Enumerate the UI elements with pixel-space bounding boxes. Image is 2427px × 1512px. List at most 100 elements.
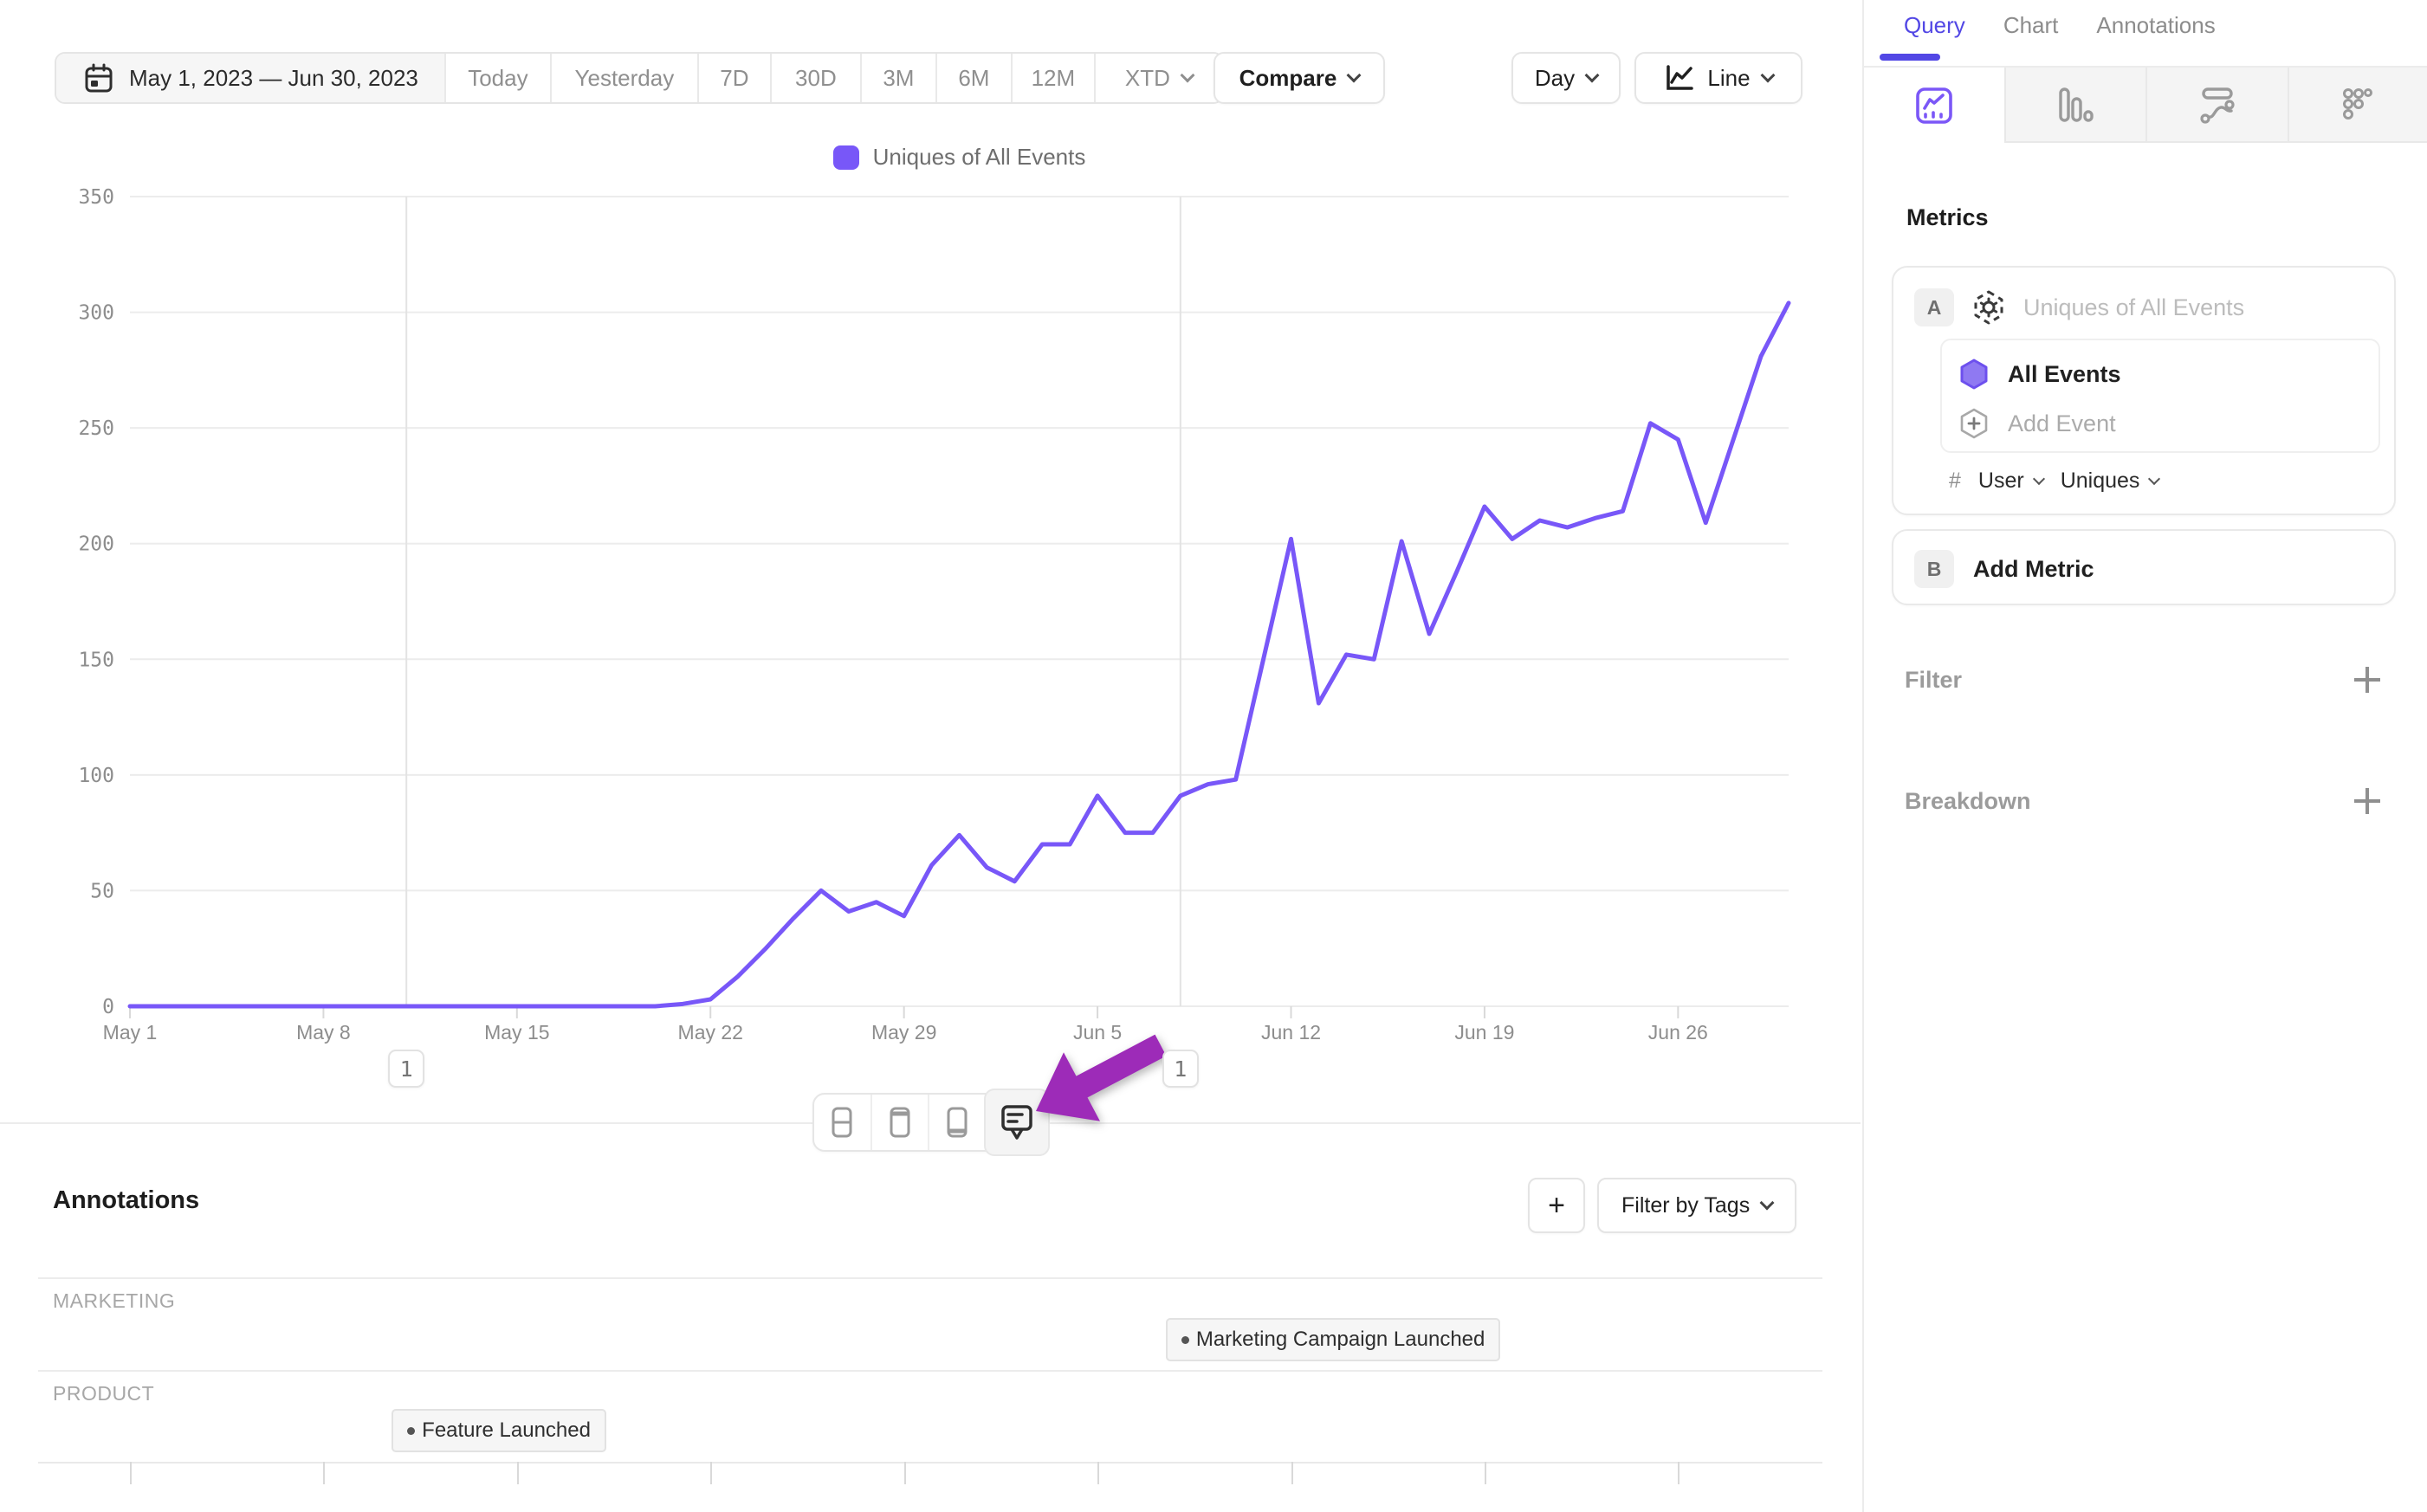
chart-type-more-tab[interactable]: [2288, 68, 2427, 143]
add-event-row[interactable]: Add Event: [1942, 396, 2378, 451]
calendar-icon: [82, 61, 115, 94]
chart-type-flows-tab[interactable]: [2145, 68, 2288, 143]
metric-letter-badge: B: [1914, 550, 1954, 588]
svg-text:100: 100: [78, 765, 114, 787]
annotations-timeline: [38, 1462, 1822, 1464]
metric-card-a: A Uniques of All Events All Events: [1892, 266, 2396, 515]
annotation-event-badge[interactable]: Feature Launched: [392, 1409, 606, 1452]
event-name: All Events: [2008, 361, 2121, 388]
chart-type-insights-tab[interactable]: [1864, 68, 2004, 143]
svg-text:May 8: May 8: [296, 1021, 351, 1044]
preset-30d[interactable]: 30D: [770, 54, 860, 102]
entity-dropdown[interactable]: User: [1978, 468, 2043, 494]
date-range-label: May 1, 2023 — Jun 30, 2023: [129, 65, 418, 92]
svg-text:250: 250: [78, 417, 114, 440]
chevron-down-icon: [1760, 68, 1775, 83]
granularity-dropdown[interactable]: Day: [1511, 52, 1621, 104]
dots-grid-icon: [2339, 85, 2378, 125]
add-breakdown-plus-icon[interactable]: [2353, 786, 2382, 816]
flows-icon: [2197, 85, 2238, 125]
legend-swatch: [833, 145, 859, 170]
annotation-label: Feature Launched: [422, 1418, 591, 1443]
row-divider: [38, 1277, 1822, 1279]
aggregation-dropdown[interactable]: Uniques: [2061, 468, 2159, 494]
preset-6m[interactable]: 6M: [935, 54, 1011, 102]
date-range-button[interactable]: May 1, 2023 — Jun 30, 2023: [56, 54, 444, 102]
insights-report-app: 050100150200250300350May 1May 8May 15May…: [0, 0, 2427, 1512]
svg-text:May 1: May 1: [103, 1021, 158, 1044]
chevron-down-icon: [1760, 1196, 1775, 1211]
chevron-down-icon: [2033, 472, 2045, 484]
annotation-dot-icon: [1181, 1336, 1189, 1344]
layout-bottom-button[interactable]: [928, 1095, 986, 1150]
preset-12m[interactable]: 12M: [1011, 54, 1094, 102]
preset-yesterday[interactable]: Yesterday: [550, 54, 697, 102]
chart-type-dropdown[interactable]: Line: [1634, 52, 1802, 104]
svg-text:May 22: May 22: [678, 1021, 743, 1044]
layout-split-button[interactable]: [814, 1095, 870, 1150]
preset-7d[interactable]: 7D: [697, 54, 770, 102]
add-metric-label: Add Metric: [1973, 556, 2094, 583]
annotation-bubble-icon: [999, 1102, 1035, 1142]
svg-text:Jun 12: Jun 12: [1261, 1021, 1321, 1044]
event-hexagon-icon: [1959, 358, 1989, 391]
active-tab-underline: [1880, 54, 1940, 61]
compare-button[interactable]: Compare: [1214, 52, 1385, 104]
annotation-count-badge[interactable]: 1: [388, 1050, 424, 1088]
annotation-count-badge[interactable]: 1: [1162, 1050, 1199, 1088]
timeline-tick: [130, 1462, 132, 1484]
add-event-label: Add Event: [2008, 410, 2116, 437]
line-chart[interactable]: 050100150200250300350May 1May 8May 15May…: [0, 0, 1861, 1152]
timeline-tick: [1678, 1462, 1679, 1484]
annotation-bubble-button[interactable]: [984, 1089, 1050, 1156]
tab-annotations[interactable]: Annotations: [2096, 12, 2215, 48]
breakdown-section-label: Breakdown: [1905, 788, 2031, 815]
insights-line-icon: [1914, 86, 1954, 126]
preset-today[interactable]: Today: [444, 54, 550, 102]
layout-split-icon: [825, 1105, 859, 1140]
metric-name-placeholder[interactable]: Uniques of All Events: [2023, 294, 2244, 321]
date-range-group: May 1, 2023 — Jun 30, 2023 Today Yesterd…: [55, 52, 1224, 104]
filter-by-tags-button[interactable]: Filter by Tags: [1597, 1178, 1796, 1233]
svg-text:300: 300: [78, 302, 114, 325]
svg-text:May 15: May 15: [484, 1021, 549, 1044]
event-row-all-events[interactable]: All Events: [1942, 340, 2378, 396]
timeline-tick: [1291, 1462, 1293, 1484]
timeline-tick: [904, 1462, 906, 1484]
add-metric-card[interactable]: B Add Metric: [1892, 529, 2396, 605]
layout-top-icon: [883, 1105, 917, 1140]
annotation-group-product: PRODUCT: [53, 1382, 154, 1405]
annotation-event-badge[interactable]: Marketing Campaign Launched: [1166, 1318, 1501, 1361]
metric-a-header[interactable]: A Uniques of All Events: [1893, 268, 2394, 326]
chevron-down-icon: [2148, 472, 2160, 484]
metric-letter-badge: A: [1914, 288, 1954, 326]
svg-text:May 29: May 29: [871, 1021, 936, 1044]
add-annotation-button[interactable]: +: [1528, 1178, 1585, 1233]
layout-bottom-icon: [940, 1105, 974, 1140]
preset-3m[interactable]: 3M: [860, 54, 935, 102]
svg-text:Jun 26: Jun 26: [1648, 1021, 1708, 1044]
layout-top-button[interactable]: [870, 1095, 929, 1150]
timeline-tick: [710, 1462, 712, 1484]
svg-text:0: 0: [102, 996, 114, 1018]
query-sidebar: Query Chart Annotations: [1862, 0, 2427, 1512]
annotation-group-marketing: MARKETING: [53, 1289, 175, 1313]
chart-type-tabs: [1864, 68, 2427, 143]
add-event-icon: [1959, 407, 1989, 440]
svg-text:Jun 19: Jun 19: [1454, 1021, 1514, 1044]
svg-text:50: 50: [90, 880, 114, 902]
tab-chart[interactable]: Chart: [2003, 12, 2059, 48]
add-filter-plus-icon[interactable]: [2353, 665, 2382, 695]
event-card: All Events Add Event: [1940, 339, 2380, 453]
annotation-dot-icon: [407, 1427, 415, 1435]
chart-type-bar-tab[interactable]: [2004, 68, 2146, 143]
tab-query[interactable]: Query: [1904, 12, 1965, 48]
filter-section-label: Filter: [1905, 667, 1962, 694]
timeline-tick: [1485, 1462, 1486, 1484]
annotation-label: Marketing Campaign Launched: [1196, 1328, 1485, 1352]
hash-symbol: #: [1949, 468, 1961, 494]
metric-settings-icon[interactable]: [1970, 288, 2008, 326]
legend-label: Uniques of All Events: [873, 144, 1086, 171]
timeline-tick: [323, 1462, 325, 1484]
preset-xtd-dropdown[interactable]: XTD: [1094, 54, 1222, 102]
